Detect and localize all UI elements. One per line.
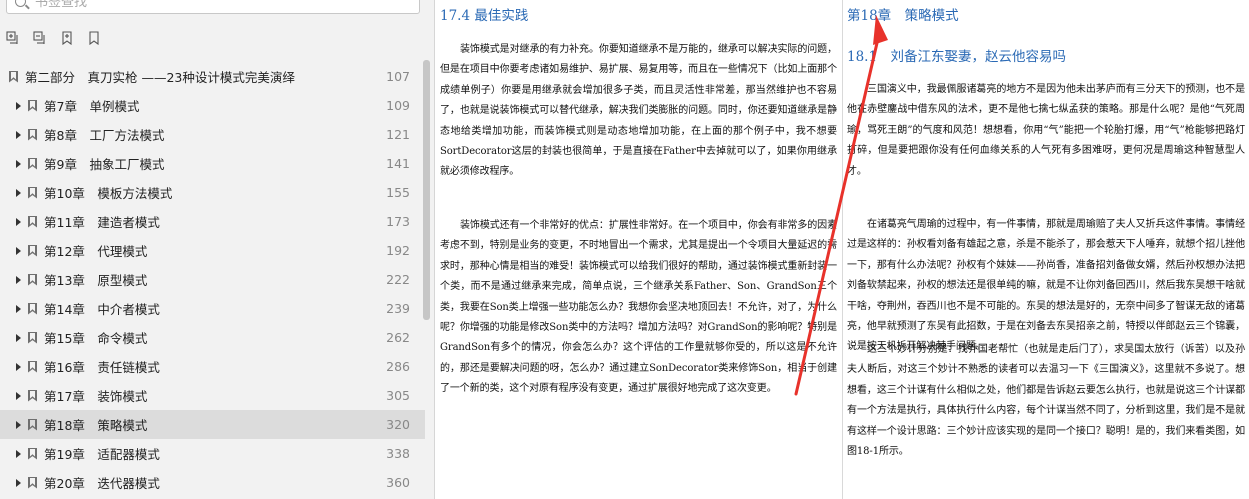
toc-item-title: 第12章 代理模式 xyxy=(44,244,148,259)
toc-item-page: 192 xyxy=(386,243,410,258)
bookmark-toolbar xyxy=(4,29,103,49)
collapse-all-icon[interactable] xyxy=(31,29,49,47)
toc-item-page: 109 xyxy=(386,98,410,113)
toc-item[interactable]: 第16章 责任链模式 286 xyxy=(0,352,425,381)
expand-arrow-icon[interactable] xyxy=(16,391,21,400)
bookmark-icon xyxy=(28,361,37,373)
bookmark-icon xyxy=(28,448,37,460)
toc-item[interactable]: 第11章 建造者模式 173 xyxy=(0,207,425,236)
add-bookmark-icon[interactable] xyxy=(58,29,76,47)
bookmark-sidebar: 第二部分 真刀实枪 ——23种设计模式完美演绎 107 第7章 单例模式 109 第8章… xyxy=(0,0,435,499)
toc-item[interactable]: 第19章 适配器模式 338 xyxy=(0,439,425,468)
expand-arrow-icon[interactable] xyxy=(16,130,21,139)
toc-item-title: 第15章 命令模式 xyxy=(44,331,148,346)
toc-item-page: 222 xyxy=(386,272,410,287)
bookmark-icon xyxy=(28,216,37,228)
toc-item-title: 第7章 单例模式 xyxy=(44,99,140,114)
expand-all-icon[interactable] xyxy=(4,29,22,47)
toc-item-title: 第10章 模板方法模式 xyxy=(44,186,173,201)
toc-item-page: 107 xyxy=(386,69,410,84)
toc-item[interactable]: 第13章 原型模式 222 xyxy=(0,265,425,294)
bookmark-icon xyxy=(28,100,37,112)
toc-item-title: 第20章 迭代器模式 xyxy=(44,476,160,491)
expand-arrow-icon[interactable] xyxy=(16,478,21,487)
toc-item[interactable]: 第7章 单例模式 109 xyxy=(0,91,425,120)
paragraph: 装饰模式还有一个非常好的优点：扩展性非常好。在一个项目中，你会有非常多的因素考虑… xyxy=(440,220,837,395)
toc-item-title: 第13章 原型模式 xyxy=(44,273,148,288)
expand-arrow-icon[interactable] xyxy=(16,362,21,371)
toc-item[interactable]: 第9章 抽象工厂模式 141 xyxy=(0,149,425,178)
toc-item-page: 173 xyxy=(386,214,410,229)
expand-arrow-icon[interactable] xyxy=(16,333,21,342)
toc-item-title: 第17章 装饰模式 xyxy=(44,389,148,404)
bookmark-icon xyxy=(28,158,37,170)
toc-item[interactable]: 第14章 中介者模式 239 xyxy=(0,294,425,323)
bookmark-icon xyxy=(9,71,18,83)
paragraph: 这三个妙计分别是：找乔国老帮忙（也就是走后门了），求吴国太放行（诉苦）以及孙夫人… xyxy=(847,344,1245,458)
toc-item[interactable]: 第10章 模板方法模式 155 xyxy=(0,178,425,207)
toc-item-page: 155 xyxy=(386,185,410,200)
expand-arrow-icon[interactable] xyxy=(16,246,21,255)
toc-item-page: 286 xyxy=(386,359,410,374)
expand-arrow-icon[interactable] xyxy=(16,275,21,284)
toc-item-title: 第19章 适配器模式 xyxy=(44,447,160,462)
bookmark-search-input[interactable] xyxy=(35,0,405,11)
bookmark-icon xyxy=(28,274,37,286)
chapter-heading: 第18章 策略模式 xyxy=(847,8,959,24)
toc-item-title: 第二部分 真刀实枪 ——23种设计模式完美演绎 xyxy=(25,70,295,85)
toc-item-page: 262 xyxy=(386,330,410,345)
toc-item-title: 第8章 工厂方法模式 xyxy=(44,128,165,143)
toc-item-page: 338 xyxy=(386,446,410,461)
bookmark-icon xyxy=(28,477,37,489)
section-heading: 18.1 刘备江东娶妻，赵云他容易吗 xyxy=(847,49,1067,65)
toc-item-title: 第11章 建造者模式 xyxy=(44,215,160,230)
section-heading: 17.4 最佳实践 xyxy=(440,8,529,24)
document-view: 17.4 最佳实践 装饰模式是对继承的有力补充。你要知道继承不是万能的，继承可以… xyxy=(436,0,1249,499)
bookmark-icon xyxy=(28,303,37,315)
bookmark-icon xyxy=(28,245,37,257)
expand-arrow-icon[interactable] xyxy=(16,420,21,429)
toc-item[interactable]: 第17章 装饰模式 305 xyxy=(0,381,425,410)
paragraph: 装饰模式是对继承的有力补充。你要知道继承不是万能的，继承可以解决实际的问题，但是… xyxy=(440,44,837,178)
expand-arrow-icon[interactable] xyxy=(16,188,21,197)
bookmark-icon xyxy=(28,129,37,141)
bookmark-icon xyxy=(28,419,37,431)
expand-arrow-icon[interactable] xyxy=(16,449,21,458)
toc-item-page: 239 xyxy=(386,301,410,316)
sidebar-scrollbar[interactable] xyxy=(423,60,430,320)
toc-item[interactable]: 第20章 迭代器模式 360 xyxy=(0,468,425,497)
toc-item-page: 141 xyxy=(386,156,410,171)
paragraph: 三国演义中，我最佩服诸葛亮的地方不是因为他未出茅庐而有三分天下的预测，也不是他在… xyxy=(847,84,1245,177)
toc-item[interactable]: 第8章 工厂方法模式 121 xyxy=(0,120,425,149)
expand-arrow-icon[interactable] xyxy=(16,304,21,313)
toc-item-title: 第18章 策略模式 xyxy=(44,418,148,433)
toc-item-title: 第16章 责任链模式 xyxy=(44,360,160,375)
document-page-left: 17.4 最佳实践 装饰模式是对继承的有力补充。你要知道继承不是万能的，继承可以… xyxy=(436,0,841,499)
bookmark-icon xyxy=(28,187,37,199)
document-page-right: 第18章 策略模式 18.1 刘备江东娶妻，赵云他容易吗 三国演义中，我最佩服诸… xyxy=(842,0,1249,499)
toc-item-page: 360 xyxy=(386,475,410,490)
toc-item[interactable]: 第二部分 真刀实枪 ——23种设计模式完美演绎 107 xyxy=(0,62,425,91)
expand-arrow-icon[interactable] xyxy=(16,101,21,110)
toc-item[interactable]: 第12章 代理模式 192 xyxy=(0,236,425,265)
expand-arrow-icon[interactable] xyxy=(16,159,21,168)
toc-item-page: 121 xyxy=(386,127,410,142)
toc-item-title: 第14章 中介者模式 xyxy=(44,302,160,317)
bookmark-search-box[interactable] xyxy=(6,0,420,14)
toc-item-page: 305 xyxy=(386,388,410,403)
bookmark-icon xyxy=(28,332,37,344)
toc-item[interactable]: 第15章 命令模式 262 xyxy=(0,323,425,352)
search-icon xyxy=(15,0,26,7)
toc-item[interactable]: 第18章 策略模式 320 xyxy=(0,410,425,439)
bookmark-icon[interactable] xyxy=(85,29,103,47)
paragraph: 在诸葛亮气周瑜的过程中，有一件事情，那就是周瑜赔了夫人又折兵这件事情。事情经过是… xyxy=(847,219,1245,353)
expand-arrow-icon[interactable] xyxy=(16,217,21,226)
toc-item-page: 320 xyxy=(386,417,410,432)
bookmark-icon xyxy=(28,390,37,402)
toc-item-title: 第9章 抽象工厂模式 xyxy=(44,157,165,172)
